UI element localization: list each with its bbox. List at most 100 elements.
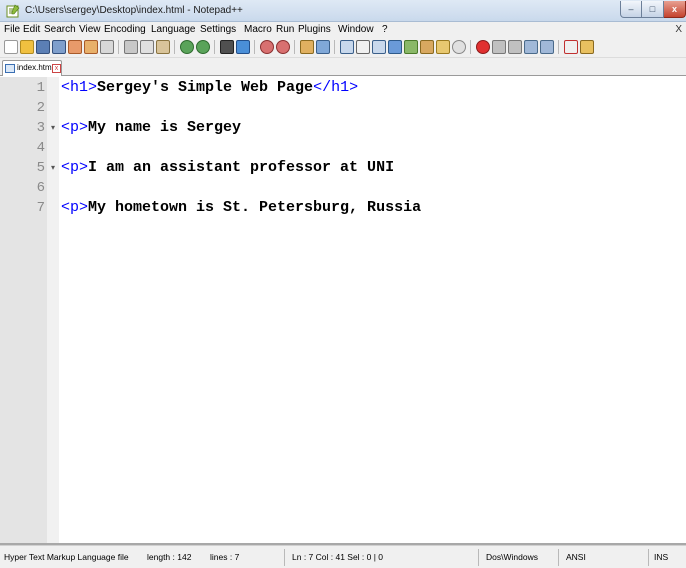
indent-guide-icon[interactable] bbox=[372, 40, 386, 54]
notepadpp-app-icon bbox=[6, 4, 20, 18]
html-open-tag: <p> bbox=[61, 159, 89, 176]
toolbar-separator bbox=[558, 40, 559, 54]
toolbar-separator bbox=[118, 40, 119, 54]
save-macro-icon[interactable] bbox=[540, 40, 554, 54]
paste-icon[interactable] bbox=[156, 40, 170, 54]
line-number: 4 bbox=[36, 140, 45, 156]
menu-view[interactable]: View bbox=[79, 24, 101, 35]
find-icon[interactable] bbox=[220, 40, 234, 54]
code-line: 7 <p>My hometown is St. Petersburg, Russ… bbox=[0, 198, 686, 218]
code-text: <p>My name is Sergey bbox=[61, 119, 241, 136]
menu-settings[interactable]: Settings bbox=[200, 24, 236, 35]
redo-icon[interactable] bbox=[196, 40, 210, 54]
toolbar-separator bbox=[214, 40, 215, 54]
record-macro-icon[interactable] bbox=[476, 40, 490, 54]
status-separator bbox=[478, 549, 479, 566]
toolbar-separator bbox=[254, 40, 255, 54]
zoom-out-icon[interactable] bbox=[276, 40, 290, 54]
status-position: Ln : 7 Col : 41 Sel : 0 | 0 bbox=[292, 552, 384, 562]
html-open-tag: <h1> bbox=[61, 79, 98, 96]
menu-macro[interactable]: Macro bbox=[244, 24, 272, 35]
text-content: My name is Sergey bbox=[88, 119, 242, 136]
toolbar-separator bbox=[334, 40, 335, 54]
sync-vertical-icon[interactable] bbox=[300, 40, 314, 54]
editor-area[interactable]: 1 <h1>Sergey's Simple Web Page</h1> 2 3 … bbox=[0, 77, 686, 543]
tab-close-icon[interactable]: x bbox=[52, 64, 61, 73]
replace-icon[interactable] bbox=[236, 40, 250, 54]
stop-macro-icon[interactable] bbox=[492, 40, 506, 54]
close-all-icon[interactable] bbox=[84, 40, 98, 54]
menu-encoding[interactable]: Encoding bbox=[104, 24, 146, 35]
menu-edit[interactable]: Edit bbox=[23, 24, 40, 35]
fold-toggle-icon[interactable]: ▾ bbox=[47, 123, 59, 132]
close-window-button[interactable]: x bbox=[664, 1, 686, 18]
play-macro-icon[interactable] bbox=[508, 40, 522, 54]
toolbar-separator bbox=[174, 40, 175, 54]
spell-check-icon[interactable] bbox=[564, 40, 578, 54]
menu-help[interactable]: ? bbox=[382, 24, 388, 35]
html-close-tag: </h1> bbox=[313, 79, 359, 96]
maximize-icon: □ bbox=[649, 4, 656, 14]
save-icon[interactable] bbox=[36, 40, 50, 54]
status-mode: INS bbox=[654, 552, 669, 562]
tab-index-html[interactable]: index.html x bbox=[2, 60, 62, 76]
function-list-icon[interactable] bbox=[420, 40, 434, 54]
copy-icon[interactable] bbox=[140, 40, 154, 54]
close-icon[interactable] bbox=[68, 40, 82, 54]
monitoring-icon[interactable] bbox=[452, 40, 466, 54]
code-line: 3 ▾ <p>My name is Sergey bbox=[0, 118, 686, 138]
line-number: 3 bbox=[36, 120, 45, 136]
user-language-icon[interactable] bbox=[388, 40, 402, 54]
menu-search[interactable]: Search bbox=[44, 24, 76, 35]
cut-icon[interactable] bbox=[124, 40, 138, 54]
doc-map-icon[interactable] bbox=[404, 40, 418, 54]
status-separator bbox=[558, 549, 559, 566]
print-icon[interactable] bbox=[100, 40, 114, 54]
word-wrap-icon[interactable] bbox=[340, 40, 354, 54]
code-line: 6 bbox=[0, 178, 686, 198]
text-content: Sergey's Simple Web Page bbox=[97, 79, 314, 96]
undo-icon[interactable] bbox=[180, 40, 194, 54]
status-length: length : 142 bbox=[147, 552, 192, 562]
menu-file[interactable]: File bbox=[4, 24, 20, 35]
tab-bar: index.html x bbox=[0, 58, 686, 76]
code-line: 2 bbox=[0, 98, 686, 118]
spell-options-icon[interactable] bbox=[580, 40, 594, 54]
show-all-chars-icon[interactable] bbox=[356, 40, 370, 54]
run-macro-icon[interactable] bbox=[524, 40, 538, 54]
tab-label: index.html bbox=[17, 63, 54, 72]
code-line: 5 ▾ <p>I am an assistant professor at UN… bbox=[0, 158, 686, 178]
status-file-type: Hyper Text Markup Language file bbox=[4, 552, 129, 562]
status-bar: Hyper Text Markup Language file length :… bbox=[0, 545, 686, 568]
menu-plugins[interactable]: Plugins bbox=[298, 24, 331, 35]
line-number: 7 bbox=[36, 200, 45, 216]
new-file-icon[interactable] bbox=[4, 40, 18, 54]
html-open-tag: <p> bbox=[61, 119, 89, 136]
sync-horizontal-icon[interactable] bbox=[316, 40, 330, 54]
menu-language[interactable]: Language bbox=[151, 24, 196, 35]
open-file-icon[interactable] bbox=[20, 40, 34, 54]
code-text: <h1>Sergey's Simple Web Page</h1> bbox=[61, 79, 358, 96]
menu-window[interactable]: Window bbox=[338, 24, 374, 35]
maximize-button[interactable]: □ bbox=[642, 1, 664, 18]
fold-toggle-icon[interactable]: ▾ bbox=[47, 163, 59, 172]
status-encoding: ANSI bbox=[566, 552, 586, 562]
folder-workspace-icon[interactable] bbox=[436, 40, 450, 54]
close-document-icon[interactable]: X bbox=[675, 24, 682, 35]
text-content: My hometown is St. Petersburg, Russia bbox=[88, 199, 422, 216]
code-text: <p>My hometown is St. Petersburg, Russia bbox=[61, 199, 421, 216]
saved-file-icon bbox=[5, 64, 15, 73]
code-line: 4 bbox=[0, 138, 686, 158]
code-line: 1 <h1>Sergey's Simple Web Page</h1> bbox=[0, 78, 686, 98]
zoom-in-icon[interactable] bbox=[260, 40, 274, 54]
status-separator bbox=[284, 549, 285, 566]
text-content: I am an assistant professor at UNI bbox=[88, 159, 395, 176]
menu-run[interactable]: Run bbox=[276, 24, 294, 35]
minimize-icon: – bbox=[628, 4, 634, 14]
save-all-icon[interactable] bbox=[52, 40, 66, 54]
line-number: 2 bbox=[36, 100, 45, 116]
status-eol: Dos\Windows bbox=[486, 552, 538, 562]
status-separator bbox=[648, 549, 649, 566]
toolbar-separator bbox=[294, 40, 295, 54]
minimize-button[interactable]: – bbox=[620, 1, 642, 18]
